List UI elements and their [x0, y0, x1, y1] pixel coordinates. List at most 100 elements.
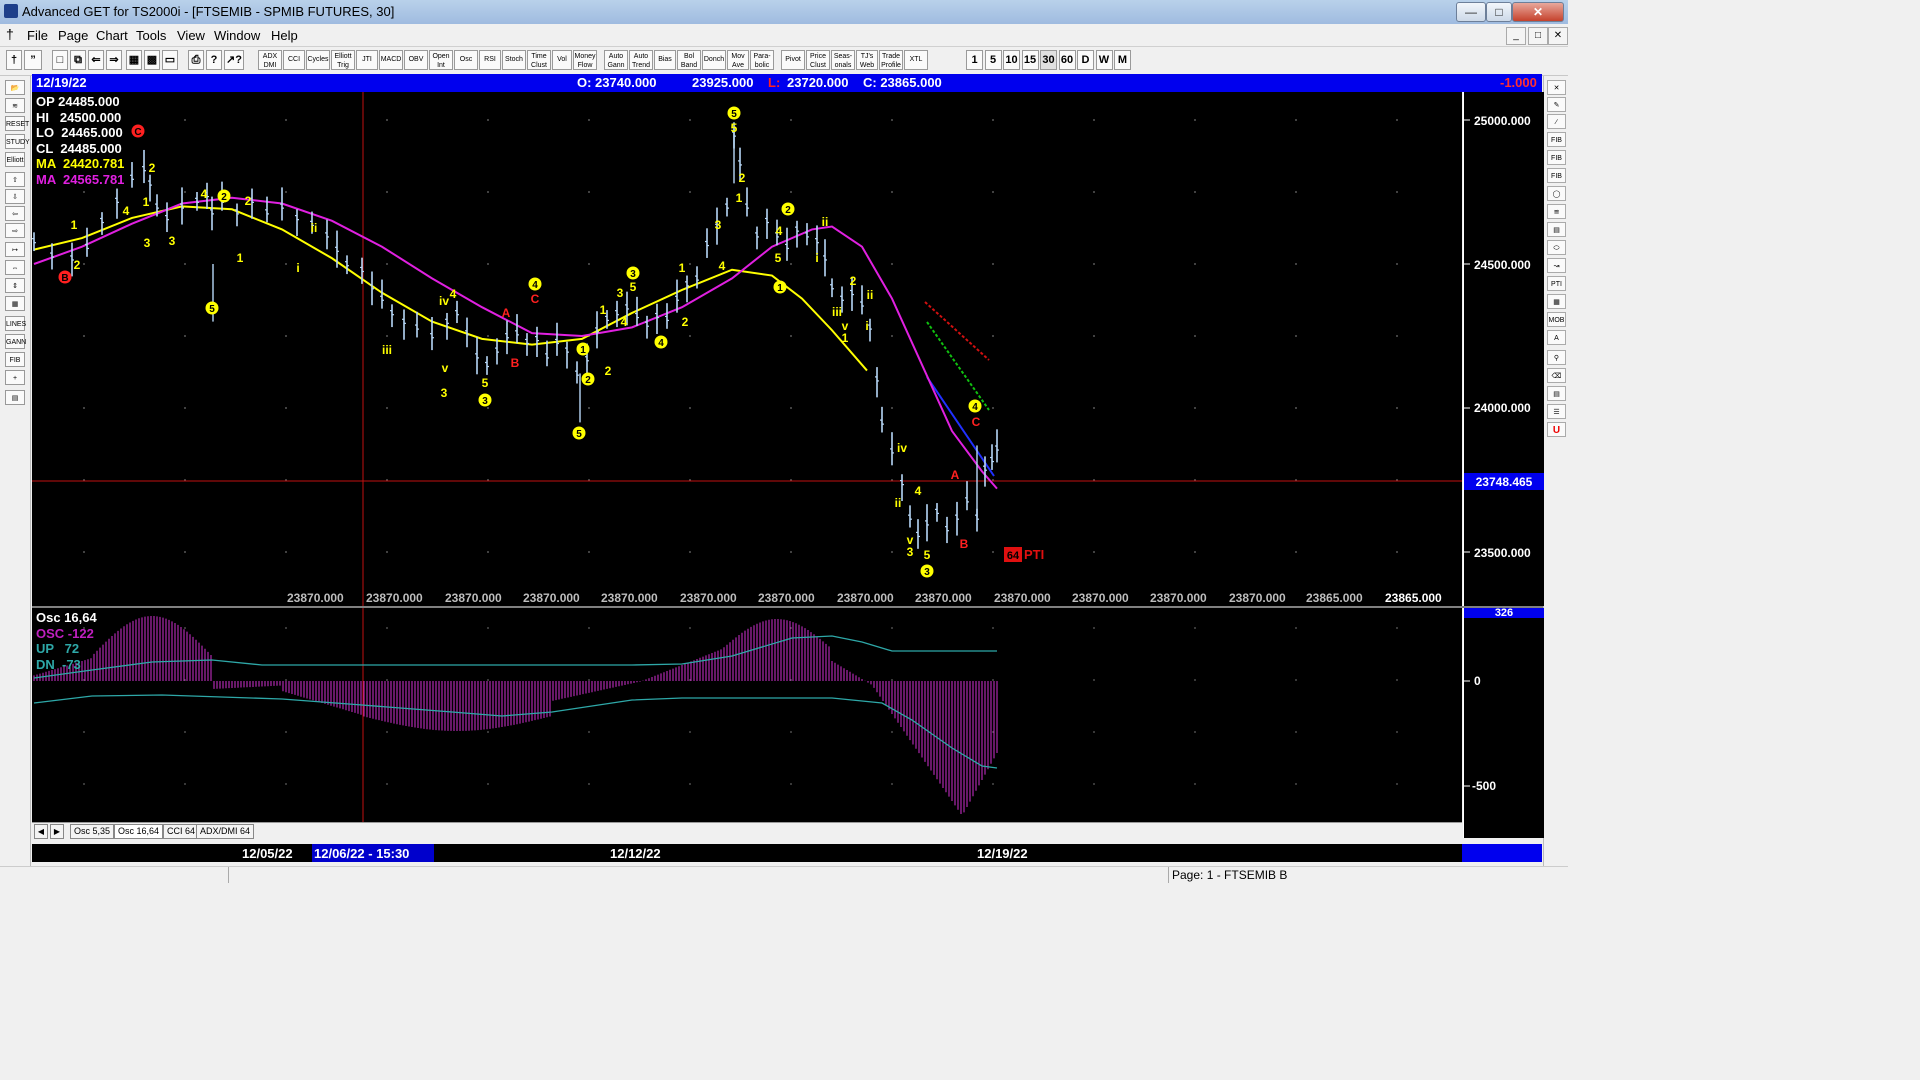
- study-button-osc[interactable]: Osc: [454, 50, 478, 70]
- undo-icon[interactable]: U: [1547, 422, 1566, 437]
- tab-cci-64[interactable]: CCI 64: [163, 824, 200, 839]
- menu-view[interactable]: View: [177, 28, 205, 43]
- crosshair-icon[interactable]: +: [5, 370, 25, 385]
- arrow-up-icon[interactable]: ⇧: [5, 172, 25, 187]
- reset-icon[interactable]: RESET: [5, 116, 29, 131]
- copy-icon[interactable]: ⧉: [70, 50, 86, 70]
- study-icon[interactable]: STUDY: [5, 134, 30, 149]
- fib-time-icon[interactable]: FIB: [1547, 168, 1566, 183]
- ruler-icon[interactable]: ▤: [1547, 386, 1566, 401]
- zoom-in-icon[interactable]: ↦: [5, 242, 25, 257]
- zoom-icon[interactable]: ⚲: [1547, 350, 1566, 365]
- study-button-money-flow[interactable]: Money Flow: [573, 50, 597, 70]
- print-icon[interactable]: ⎙: [188, 50, 204, 70]
- menu-window[interactable]: Window: [214, 28, 260, 43]
- study-button-jti[interactable]: JTI: [356, 50, 378, 70]
- next-icon[interactable]: ⇒: [106, 50, 122, 70]
- minimize-button[interactable]: —: [1456, 2, 1486, 22]
- study-button-tj-s-web[interactable]: TJ's Web: [856, 50, 878, 70]
- ellipse-icon[interactable]: ⬭: [1547, 240, 1566, 255]
- channel-icon[interactable]: ▤: [1547, 222, 1566, 237]
- study-button-pivot[interactable]: Pivot: [781, 50, 805, 70]
- mdi-minimize-button[interactable]: _: [1506, 27, 1526, 45]
- study-button-price-clust[interactable]: Price Clust: [806, 50, 830, 70]
- interval-button-w[interactable]: W: [1095, 50, 1113, 70]
- study-button-adx-dmi[interactable]: ADX DMI: [258, 50, 282, 70]
- eraser-icon[interactable]: ⌫: [1547, 368, 1566, 383]
- window-icon[interactable]: ▭: [162, 50, 178, 70]
- help-icon[interactable]: ?: [206, 50, 222, 70]
- interval-button-m[interactable]: M: [1114, 50, 1131, 70]
- price-scale[interactable]: 25000.000 24500.000 24000.000 23500.000 …: [1463, 92, 1544, 606]
- study-button-seas-onals[interactable]: Seas-onals: [831, 50, 855, 70]
- study-button-cci[interactable]: CCI: [283, 50, 305, 70]
- tab-osc-5-35[interactable]: Osc 5,35: [70, 824, 115, 839]
- tab-next-button[interactable]: ▶: [50, 824, 64, 839]
- oscillator-panel[interactable]: Osc 16,64 OSC -122 UP 72 DN -73: [32, 608, 1462, 822]
- interval-button-1[interactable]: 1: [966, 50, 983, 70]
- menu-help[interactable]: Help: [271, 28, 298, 43]
- mob-icon[interactable]: MOB: [1547, 312, 1566, 327]
- pti-tool-icon[interactable]: PTI: [1547, 276, 1566, 291]
- study-button-bol-band[interactable]: Bol Band: [677, 50, 701, 70]
- study-button-trade-profile[interactable]: Trade Profile: [879, 50, 903, 70]
- study-button-mov-ave[interactable]: Mov Ave: [727, 50, 749, 70]
- gann-icon[interactable]: GANN: [5, 334, 26, 349]
- open-icon[interactable]: 📂: [5, 80, 25, 95]
- grid-view-icon[interactable]: ▦: [5, 296, 25, 311]
- study-button-bias[interactable]: Bias: [654, 50, 676, 70]
- arrow-down-icon[interactable]: ⇩: [5, 189, 25, 204]
- study-button-open-int[interactable]: Open Int: [429, 50, 453, 70]
- speed-icon[interactable]: ↝: [1547, 258, 1566, 273]
- quote-icon[interactable]: ”: [24, 50, 42, 70]
- fib-ext-icon[interactable]: FIB: [1547, 150, 1566, 165]
- menu-page[interactable]: Page: [58, 28, 88, 43]
- price-chart[interactable]: 1 2 4 3 4 2 1 i ii 3 1 2 iii iv 4 v 3 5 2 1 3 5 4 2 1 3 4 1 2 5 4 5 ii i v…: [32, 92, 1462, 606]
- date-axis[interactable]: 12/05/22 12/06/22 - 15:30 12/12/22 12/19…: [32, 844, 1542, 862]
- fan-icon[interactable]: ≌: [1547, 204, 1566, 219]
- compress-icon[interactable]: ⇔: [5, 260, 25, 275]
- study-button-elliott-trig[interactable]: Elliott Trig: [331, 50, 355, 70]
- study-button-vol[interactable]: Vol: [552, 50, 572, 70]
- interval-button-5[interactable]: 5: [984, 50, 1002, 70]
- fib-icon[interactable]: FIB: [5, 352, 25, 367]
- waves-icon[interactable]: ≋: [5, 98, 25, 113]
- mdi-close-button[interactable]: ✕: [1548, 27, 1568, 45]
- study-button-time-clust[interactable]: Time Clust: [527, 50, 551, 70]
- list-icon[interactable]: ☰: [1547, 404, 1566, 419]
- table-icon[interactable]: ▦: [1547, 294, 1566, 309]
- study-button-xtl[interactable]: XTL: [904, 50, 928, 70]
- interval-button-15[interactable]: 15: [1021, 50, 1039, 70]
- arrow-left-icon[interactable]: ⇦: [5, 206, 25, 221]
- study-button-rsi[interactable]: RSI: [479, 50, 501, 70]
- pencil-icon[interactable]: ✎: [1547, 97, 1566, 112]
- interval-button-60[interactable]: 60: [1058, 50, 1076, 70]
- study-button-para-bolic[interactable]: Para-bolic: [750, 50, 774, 70]
- tab-prev-button[interactable]: ◀: [34, 824, 48, 839]
- pin-icon[interactable]: †: [6, 50, 22, 70]
- close-button[interactable]: ✕: [1512, 2, 1564, 22]
- arrow-right-icon[interactable]: ⇨: [5, 223, 25, 238]
- grid-icon[interactable]: ▩: [144, 50, 160, 70]
- tab-adx-dmi-64[interactable]: ADX/DMI 64: [196, 824, 255, 839]
- interval-button-10[interactable]: 10: [1003, 50, 1020, 70]
- new-page-icon[interactable]: □: [52, 50, 68, 70]
- expand-icon[interactable]: ⇕: [5, 278, 25, 293]
- interval-button-30[interactable]: 30: [1040, 50, 1057, 70]
- study-button-stoch[interactable]: Stoch: [502, 50, 526, 70]
- study-button-donch[interactable]: Donch: [702, 50, 726, 70]
- study-button-cycles[interactable]: Cycles: [306, 50, 330, 70]
- menu-tools[interactable]: Tools: [136, 28, 166, 43]
- layout-icon[interactable]: ▦: [126, 50, 142, 70]
- oscillator-scale[interactable]: 326 0 -500: [1463, 608, 1544, 838]
- elliott-icon[interactable]: Elliott: [5, 152, 25, 167]
- study-button-auto-trend[interactable]: Auto Trend: [629, 50, 653, 70]
- mdi-restore-button[interactable]: □: [1528, 27, 1548, 45]
- context-help-icon[interactable]: ↗?: [224, 50, 244, 70]
- menu-file[interactable]: File: [27, 28, 48, 43]
- tab-osc-16-64[interactable]: Osc 16,64: [114, 824, 164, 839]
- close-x-icon[interactable]: ✕: [1547, 80, 1566, 95]
- lines-icon[interactable]: LINES: [5, 316, 26, 331]
- prev-icon[interactable]: ⇐: [88, 50, 104, 70]
- fib-circle-icon[interactable]: ◯: [1547, 186, 1566, 201]
